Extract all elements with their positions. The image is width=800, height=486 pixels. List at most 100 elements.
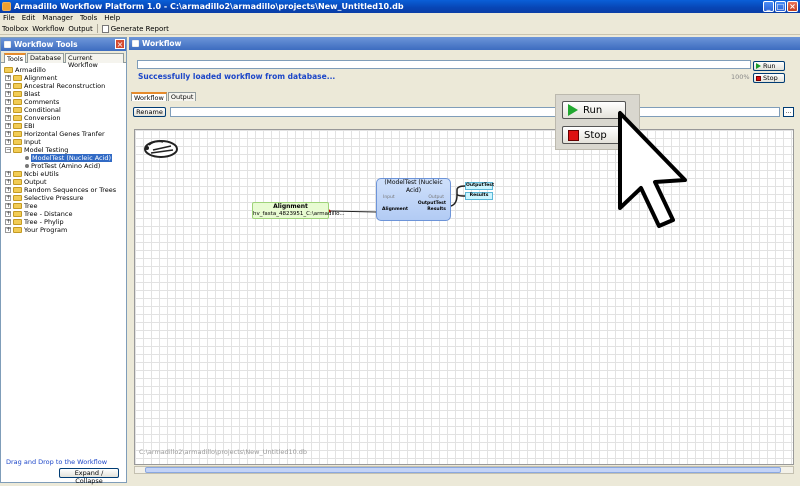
results-node[interactable]: Results — [465, 192, 493, 200]
expand-icon[interactable]: + — [5, 83, 11, 89]
menu-edit[interactable]: Edit — [22, 14, 36, 22]
tree-item-tree-distance[interactable]: + Tree - Distance — [5, 210, 72, 218]
tab-tools[interactable]: Tools — [4, 53, 27, 63]
tree-item-label: Conversion — [24, 114, 61, 122]
folder-icon — [13, 83, 22, 89]
tree-item-output[interactable]: + Output — [5, 178, 47, 186]
tools-tree: Armadillo + Alignment + Ancestral Reconstr… — [1, 65, 126, 425]
run-button[interactable]: Run — [753, 61, 785, 71]
folder-icon — [13, 179, 22, 185]
modeltest-input-port[interactable]: Alignment — [382, 207, 408, 212]
tree-item-your-program[interactable]: + Your Program — [5, 226, 67, 234]
close-icon[interactable]: × — [787, 1, 798, 12]
tree-item-conditional[interactable]: + Conditional — [5, 106, 61, 114]
tree-item-label-selected: ModelTest (Nucleic Acid) — [31, 154, 113, 162]
modeltest-input-label: Input — [383, 195, 395, 200]
workflow-canvas[interactable]: Alignment hv_fasta_4823951_C:\armadillo.… — [134, 129, 794, 465]
workflow-tools-header: Workflow Tools — [1, 38, 126, 51]
tree-item-label: Blast — [24, 90, 41, 98]
expand-icon[interactable]: + — [5, 115, 11, 121]
expand-icon[interactable]: + — [5, 219, 11, 225]
workflow-header: Workflow — [129, 37, 800, 50]
tree-item-ebi[interactable]: + EBI — [5, 122, 34, 130]
tree-item-alignment[interactable]: + Alignment — [5, 74, 57, 82]
expand-icon[interactable]: + — [5, 139, 11, 145]
toolbar-separator — [96, 24, 98, 33]
stop-button[interactable]: Stop — [753, 73, 785, 83]
tree-item-tree[interactable]: + Tree — [5, 202, 38, 210]
tree-item-blast[interactable]: + Blast — [5, 90, 40, 98]
app-icon — [2, 2, 11, 11]
horizontal-scrollbar[interactable] — [134, 466, 794, 474]
workflow-icon — [132, 40, 139, 47]
stop-icon — [756, 75, 761, 81]
expand-icon[interactable]: + — [5, 211, 11, 217]
more-button[interactable]: ... — [783, 107, 794, 117]
alignment-node-title: Alignment — [273, 203, 308, 210]
generate-report-button[interactable]: Generate Report — [101, 24, 169, 33]
expand-icon[interactable]: + — [5, 203, 11, 209]
folder-icon — [13, 131, 22, 137]
expand-collapse-button[interactable]: Expand / Collapse — [59, 468, 119, 485]
report-icon — [101, 24, 109, 33]
tree-item-hgt[interactable]: + Horizontal Genes Tranfer — [5, 130, 105, 138]
tree-item-comments[interactable]: + Comments — [5, 98, 59, 106]
tree-item-model-testing[interactable]: − Model Testing — [5, 146, 68, 154]
menu-tools[interactable]: Tools — [80, 14, 97, 22]
menu-manager[interactable]: Manager — [42, 14, 73, 22]
toolbar-toolbox[interactable]: Toolbox — [2, 25, 28, 33]
scroll-thumb[interactable] — [145, 467, 781, 473]
tree-item-random[interactable]: + Random Sequences or Trees — [5, 186, 116, 194]
folder-icon — [13, 99, 22, 105]
expand-icon[interactable]: + — [5, 131, 11, 137]
panel-close-icon[interactable]: × — [115, 39, 125, 49]
workflow-panel: Workflow Successfully loaded workflow fr… — [129, 37, 800, 486]
expand-icon[interactable]: + — [5, 171, 11, 177]
tab-current-workflow[interactable]: Current Workflow — [65, 53, 124, 69]
modeltest-output-port-1[interactable]: OutputTest — [418, 201, 446, 206]
alignment-node[interactable]: Alignment hv_fasta_4823951_C:\armadillo.… — [252, 202, 345, 219]
menu-help[interactable]: Help — [104, 14, 120, 22]
expand-icon[interactable]: + — [5, 227, 11, 233]
tree-item-tree-phylip[interactable]: + Tree - Phylip — [5, 218, 64, 226]
expand-icon[interactable]: + — [5, 195, 11, 201]
drag-drop-hint: Drag and Drop to the Workflow — [6, 458, 108, 466]
modeltest-output-port-2[interactable]: Results — [427, 207, 446, 212]
tree-item-selective[interactable]: + Selective Pressure — [5, 194, 84, 202]
toolbar-output[interactable]: Output — [68, 25, 92, 33]
tree-item-ncbi[interactable]: + Ncbi eUtils — [5, 170, 59, 178]
tools-panel-icon — [4, 41, 11, 48]
folder-icon — [13, 123, 22, 129]
output-test-node[interactable]: OutputTest — [465, 182, 494, 190]
tree-item-conversion[interactable]: + Conversion — [5, 114, 60, 122]
tree-item-prottest[interactable]: ProtTest (Amino Acid) — [23, 162, 100, 170]
expand-icon[interactable]: + — [5, 107, 11, 113]
expand-icon[interactable]: + — [5, 123, 11, 129]
expand-icon[interactable]: + — [5, 179, 11, 185]
rename-button[interactable]: Rename — [133, 107, 166, 117]
connection-lines — [327, 185, 466, 213]
callout-run-label: Run — [583, 104, 603, 116]
generate-report-label: Generate Report — [110, 24, 169, 33]
collapse-icon[interactable]: − — [5, 147, 11, 153]
play-icon — [568, 104, 578, 116]
expand-icon[interactable]: + — [5, 91, 11, 97]
tree-item-input[interactable]: + Input — [5, 138, 41, 146]
tree-item-modeltest[interactable]: ModelTest (Nucleic Acid) — [23, 154, 113, 162]
tree-item-ancestral[interactable]: + Ancestral Reconstruction — [5, 82, 105, 90]
folder-icon — [13, 147, 22, 153]
expand-icon[interactable]: + — [5, 75, 11, 81]
tree-item-label: ProtTest (Amino Acid) — [31, 162, 101, 170]
maximize-icon[interactable]: □ — [775, 1, 786, 12]
tree-root[interactable]: Armadillo — [4, 66, 46, 74]
tab-database[interactable]: Database — [27, 53, 65, 63]
toolbar-workflow[interactable]: Workflow — [32, 25, 64, 33]
expand-icon[interactable]: + — [5, 99, 11, 105]
tab-workflow[interactable]: Workflow — [131, 92, 167, 102]
expand-icon[interactable]: + — [5, 187, 11, 193]
run-icon — [756, 63, 761, 69]
minimize-icon[interactable]: _ — [763, 1, 774, 12]
modeltest-node[interactable]: (ModelTest (Nucleic Acid) Input Output A… — [376, 178, 451, 221]
menu-file[interactable]: File — [3, 14, 15, 22]
tab-output[interactable]: Output — [167, 92, 197, 101]
